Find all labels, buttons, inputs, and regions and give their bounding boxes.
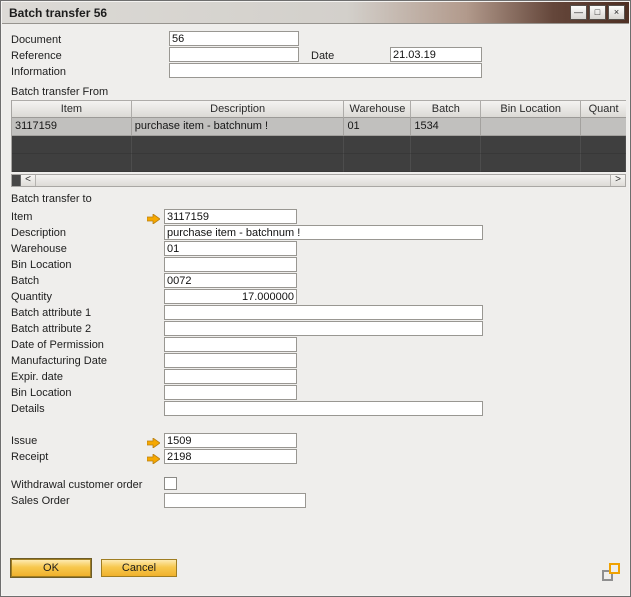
receipt-label: Receipt xyxy=(11,451,48,463)
batch-attribute-1-label: Batch attribute 1 xyxy=(11,307,91,319)
batch-label: Batch xyxy=(11,275,39,287)
details-input[interactable] xyxy=(164,401,483,416)
description-input[interactable] xyxy=(164,225,483,240)
col-header-quantity[interactable]: Quant xyxy=(581,100,626,118)
bin-location-2-input[interactable] xyxy=(164,385,297,400)
cell-warehouse: 01 xyxy=(344,118,411,136)
to-section-title: Batch transfer to xyxy=(11,193,92,205)
information-label: Information xyxy=(11,66,66,78)
item-input[interactable] xyxy=(164,209,297,224)
col-header-warehouse[interactable]: Warehouse xyxy=(344,100,411,118)
manufacturing-date-label: Manufacturing Date xyxy=(11,355,107,367)
table-empty-row xyxy=(12,154,626,172)
sales-order-input[interactable] xyxy=(164,493,306,508)
expir-date-label: Expir. date xyxy=(11,371,63,383)
window-title: Batch transfer 56 xyxy=(2,6,107,20)
description-label: Description xyxy=(11,227,66,239)
resize-grip-icon[interactable] xyxy=(602,563,620,581)
link-arrow-icon[interactable] xyxy=(147,451,161,462)
ok-button[interactable]: OK xyxy=(11,559,91,577)
batch-attribute-1-input[interactable] xyxy=(164,305,483,320)
col-header-batch[interactable]: Batch xyxy=(411,100,481,118)
cell-description: purchase item - batchnum ! xyxy=(132,118,345,136)
date-of-permission-label: Date of Permission xyxy=(11,339,104,351)
scroll-left-button[interactable]: < xyxy=(21,175,36,186)
quantity-input[interactable] xyxy=(164,289,297,304)
issue-label: Issue xyxy=(11,435,37,447)
close-icon: × xyxy=(614,8,619,17)
document-input[interactable] xyxy=(169,31,299,46)
item-label: Item xyxy=(11,211,32,223)
batch-attribute-2-label: Batch attribute 2 xyxy=(11,323,91,335)
minimize-button[interactable]: — xyxy=(570,5,587,20)
cell-bin-location xyxy=(481,118,581,136)
information-input[interactable] xyxy=(169,63,482,78)
cell-batch: 1534 xyxy=(411,118,481,136)
date-input[interactable] xyxy=(390,47,482,62)
maximize-icon: □ xyxy=(595,8,600,17)
withdrawal-checkbox[interactable] xyxy=(164,477,177,490)
grip-orange-square xyxy=(609,563,620,574)
bin-location-input[interactable] xyxy=(164,257,297,272)
col-header-description[interactable]: Description xyxy=(132,100,345,118)
from-section-title: Batch transfer From xyxy=(11,86,108,98)
expir-date-input[interactable] xyxy=(164,369,297,384)
document-label: Document xyxy=(11,34,61,46)
batch-input[interactable] xyxy=(164,273,297,288)
sales-order-label: Sales Order xyxy=(11,495,70,507)
scrollbar-thumb[interactable] xyxy=(36,175,610,186)
warehouse-input[interactable] xyxy=(164,241,297,256)
quantity-label: Quantity xyxy=(11,291,52,303)
date-of-permission-input[interactable] xyxy=(164,337,297,352)
horizontal-scrollbar[interactable]: < > xyxy=(11,174,626,187)
warehouse-label: Warehouse xyxy=(11,243,67,255)
receipt-input[interactable] xyxy=(164,449,297,464)
date-label: Date xyxy=(311,50,334,62)
close-button[interactable]: × xyxy=(608,5,625,20)
issue-input[interactable] xyxy=(164,433,297,448)
table-row[interactable]: 3117159 purchase item - batchnum ! 01 15… xyxy=(12,118,626,136)
link-arrow-icon[interactable] xyxy=(147,435,161,446)
manufacturing-date-input[interactable] xyxy=(164,353,297,368)
batch-transfer-window: Batch transfer 56 — □ × Document Referen… xyxy=(0,0,631,597)
link-arrow-icon[interactable] xyxy=(147,211,161,222)
scroll-right-button[interactable]: > xyxy=(610,175,625,186)
details-label: Details xyxy=(11,403,45,415)
batch-attribute-2-input[interactable] xyxy=(164,321,483,336)
cell-quantity xyxy=(581,118,626,136)
col-header-bin-location[interactable]: Bin Location xyxy=(481,100,581,118)
from-table-header: Item Description Warehouse Batch Bin Loc… xyxy=(12,100,626,118)
scroll-right-icon: > xyxy=(615,174,621,185)
cell-item: 3117159 xyxy=(12,118,132,136)
reference-input[interactable] xyxy=(169,47,299,62)
table-empty-row xyxy=(12,136,626,154)
cancel-button[interactable]: Cancel xyxy=(101,559,177,577)
reference-label: Reference xyxy=(11,50,62,62)
bin-location-2-label: Bin Location xyxy=(11,387,72,399)
window-controls: — □ × xyxy=(570,5,625,20)
scroll-left-icon: < xyxy=(25,174,31,185)
maximize-button[interactable]: □ xyxy=(589,5,606,20)
withdrawal-customer-order-label: Withdrawal customer order xyxy=(11,479,142,491)
minimize-icon: — xyxy=(574,8,583,17)
col-header-item[interactable]: Item xyxy=(12,100,132,118)
from-table: Item Description Warehouse Batch Bin Loc… xyxy=(11,100,626,172)
titlebar[interactable]: Batch transfer 56 — □ × xyxy=(2,2,629,24)
bin-location-label: Bin Location xyxy=(11,259,72,271)
scrollbar-split-handle[interactable] xyxy=(12,175,21,186)
